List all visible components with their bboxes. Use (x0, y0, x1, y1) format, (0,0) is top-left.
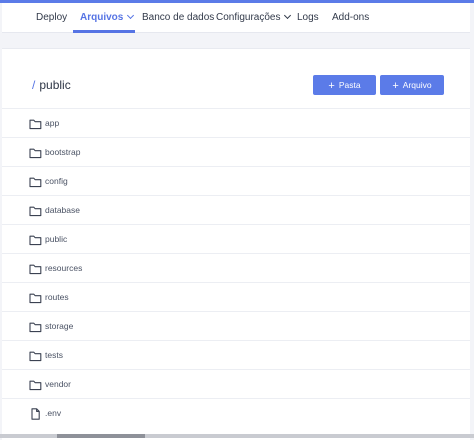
file-name: bootstrap (45, 147, 81, 157)
file-row[interactable]: public (2, 224, 470, 253)
new-folder-button[interactable]: + Pasta (313, 75, 376, 95)
nav-deploy-label: Deploy (36, 12, 68, 23)
nav-configuracoes[interactable]: Configurações (216, 3, 292, 33)
file-name: tests (45, 350, 63, 360)
new-file-label: Arquivo (402, 80, 432, 90)
file-name: app (45, 118, 60, 128)
nav-banco-label: Banco de dados (142, 12, 215, 23)
file-row[interactable]: vendor (2, 369, 470, 398)
nav-arquivos-label: Arquivos (80, 12, 124, 23)
new-file-button[interactable]: + Arquivo (380, 75, 444, 95)
scrollbar-thumb[interactable] (57, 434, 145, 438)
folder-icon (29, 291, 42, 304)
file-name: storage (45, 321, 74, 331)
file-name: public (45, 234, 68, 244)
folder-icon (29, 378, 42, 391)
file-browser-panel: / public + Pasta + Arquivo app bootstrap conf… (2, 48, 470, 440)
nav-logs[interactable]: Logs (297, 3, 319, 33)
file-row[interactable]: bootstrap (2, 137, 470, 166)
nav-deploy[interactable]: Deploy (36, 3, 67, 33)
file-row[interactable]: config (2, 166, 470, 195)
folder-icon (29, 146, 42, 159)
folder-icon (29, 349, 42, 362)
file-name: .env (45, 408, 62, 418)
folder-icon (29, 117, 42, 130)
file-name: config (45, 176, 68, 186)
file-name: resources (45, 263, 83, 273)
breadcrumb-path[interactable]: public (39, 78, 70, 92)
plus-icon: + (392, 79, 399, 92)
file-icon (29, 407, 42, 420)
folder-icon (29, 262, 42, 275)
folder-icon (29, 204, 42, 217)
file-row[interactable]: storage (2, 311, 470, 340)
file-name: database (45, 205, 80, 215)
file-list: app bootstrap config database public resource… (2, 108, 470, 427)
chevron-down-icon (284, 11, 292, 20)
file-row[interactable]: routes (2, 282, 470, 311)
file-row[interactable]: .env (2, 398, 470, 427)
nav-config-label: Configurações (216, 12, 281, 23)
file-row[interactable]: resources (2, 253, 470, 282)
breadcrumb: / public (32, 78, 71, 92)
nav-logs-label: Logs (297, 12, 319, 23)
file-name: routes (45, 292, 69, 302)
plus-icon: + (328, 79, 335, 92)
nav-arquivos[interactable]: Arquivos (80, 3, 135, 33)
chevron-down-icon (127, 11, 135, 20)
breadcrumb-separator: / (32, 78, 36, 92)
file-name: vendor (45, 379, 71, 389)
folder-icon (29, 233, 42, 246)
horizontal-scrollbar[interactable] (0, 434, 474, 438)
nav-add-ons[interactable]: Add-ons (332, 3, 369, 33)
new-folder-label: Pasta (338, 80, 361, 90)
folder-icon (29, 320, 42, 333)
nav-addons-label: Add-ons (332, 12, 370, 23)
nav-active-indicator (73, 30, 135, 33)
folder-icon (29, 175, 42, 188)
file-row[interactable]: database (2, 195, 470, 224)
file-row[interactable]: app (2, 108, 470, 137)
top-nav: Deploy Arquivos Banco de dados Configura… (2, 3, 470, 33)
file-row[interactable]: tests (2, 340, 470, 369)
nav-banco-de-dados[interactable]: Banco de dados (142, 3, 214, 33)
